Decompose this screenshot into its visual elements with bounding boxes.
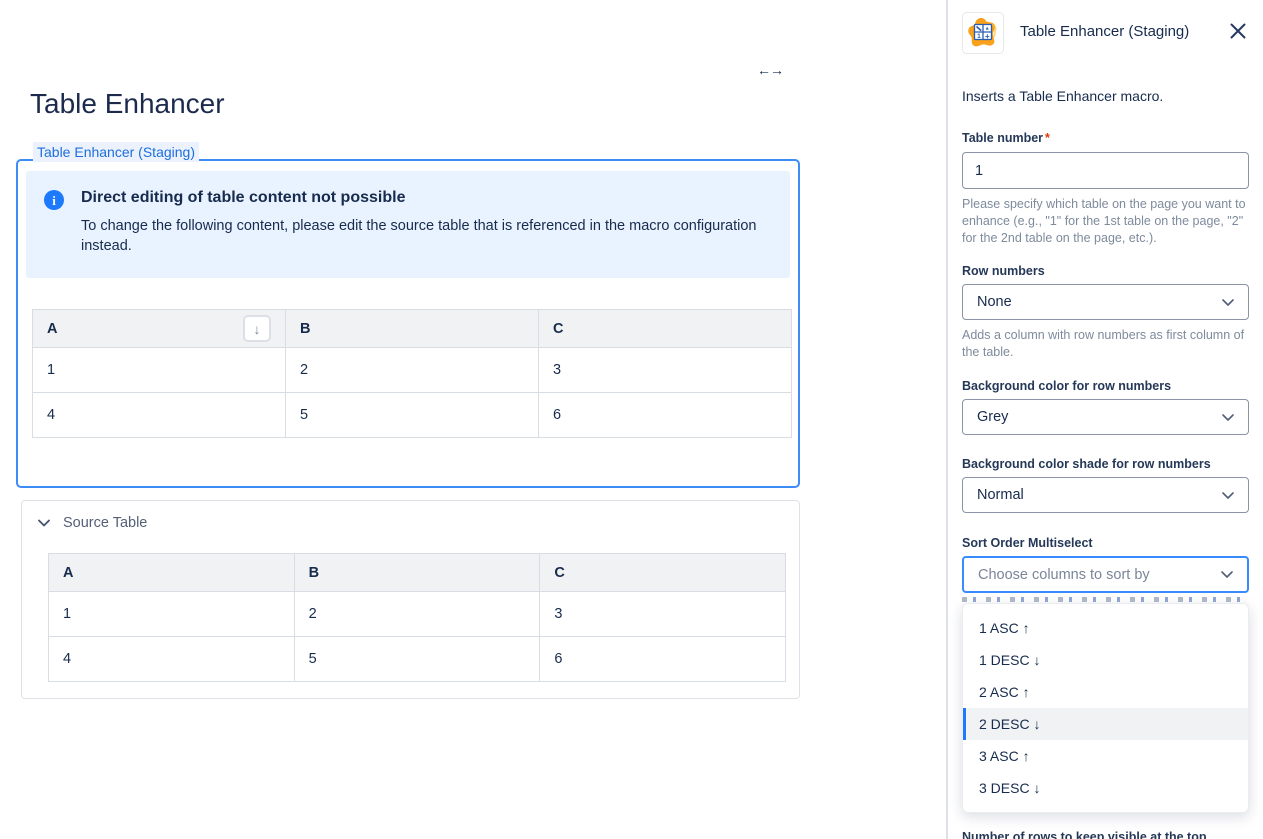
- field-label-bg-color: Background color for row numbers: [962, 379, 1249, 394]
- source-table-header-cell: C: [540, 554, 786, 592]
- source-table-header-cell: A: [49, 554, 295, 592]
- macro-app-icon: 1 +: [962, 12, 1004, 59]
- table-row: 1 2 3: [33, 348, 792, 393]
- source-table-section: Source Table A B C 1 2 3: [21, 500, 800, 699]
- chevron-down-icon: [38, 514, 50, 532]
- info-panel-title: Direct editing of table content not poss…: [81, 189, 771, 207]
- table-cell: 2: [294, 592, 540, 637]
- close-icon[interactable]: [1227, 20, 1249, 45]
- select-value: None: [977, 294, 1012, 310]
- table-cell: 5: [294, 637, 540, 682]
- enhanced-table: A ↓ B C 1 2 3 4: [32, 309, 792, 438]
- sidebar-title: Table Enhancer (Staging): [1020, 23, 1189, 40]
- source-table-header-row: A B C: [49, 554, 786, 592]
- dropdown-option[interactable]: 1 ASC ↑: [963, 612, 1248, 644]
- sort-order-dropdown: 1 ASC ↑ 1 DESC ↓ 2 ASC ↑ 2 DESC ↓ 3 ASC …: [962, 603, 1249, 813]
- source-table-title: Source Table: [63, 515, 147, 531]
- sidebar-header: 1 + Table Enhancer (Staging): [962, 12, 1249, 59]
- table-cell: 2: [285, 348, 538, 393]
- app-root: ←→ Table Enhancer Table Enhancer (Stagin…: [0, 0, 1263, 839]
- dropdown-option[interactable]: 3 DESC ↓: [963, 772, 1248, 804]
- enhanced-table-header-row: A ↓ B C: [33, 310, 792, 348]
- table-cell: 4: [33, 393, 286, 438]
- svg-text:i: i: [52, 193, 56, 208]
- required-asterisk: *: [1045, 131, 1050, 145]
- chevron-down-icon: [1222, 492, 1234, 499]
- field-label-bg-shade: Background color shade for row numbers: [962, 457, 1249, 472]
- dropdown-option[interactable]: 2 ASC ↑: [963, 676, 1248, 708]
- field-label-table-number: Table number*: [962, 131, 1249, 146]
- field-label-rows-visible-top: Number of rows to keep visible at the to…: [962, 830, 1249, 839]
- info-panel-body: To change the following content, please …: [81, 216, 771, 256]
- page-title: Table Enhancer: [30, 86, 946, 122]
- table-cell: 3: [540, 592, 786, 637]
- sort-order-multiselect[interactable]: Choose columns to sort by: [962, 556, 1249, 593]
- column-header-label: A: [47, 321, 57, 337]
- dropdown-option[interactable]: 1 DESC ↓: [963, 644, 1248, 676]
- info-panel: i Direct editing of table content not po…: [26, 171, 790, 278]
- table-row: 4 5 6: [33, 393, 792, 438]
- table-cell: 1: [33, 348, 286, 393]
- info-panel-content: Direct editing of table content not poss…: [81, 188, 771, 256]
- field-label-text: Table number: [962, 131, 1043, 145]
- row-numbers-select[interactable]: None: [962, 284, 1249, 320]
- macro-config-sidebar: 1 + Table Enhancer (Staging) Inserts a T…: [946, 0, 1263, 839]
- source-table-header-cell: B: [294, 554, 540, 592]
- enhanced-table-header-cell: C: [538, 310, 791, 348]
- info-icon: i: [43, 189, 65, 256]
- macro-name-link[interactable]: Table Enhancer (Staging): [33, 142, 199, 162]
- table-row: 1 2 3: [49, 592, 786, 637]
- source-table: A B C 1 2 3 4 5 6: [48, 553, 786, 682]
- svg-text:1: 1: [977, 33, 981, 40]
- chevron-down-icon: [1221, 571, 1233, 578]
- clipped-help-text: [962, 597, 1245, 602]
- table-cell: 3: [538, 348, 791, 393]
- chevron-down-icon: [1222, 414, 1234, 421]
- bg-shade-select[interactable]: Normal: [962, 477, 1249, 513]
- table-cell: 4: [49, 637, 295, 682]
- table-cell: 1: [49, 592, 295, 637]
- table-row: 4 5 6: [49, 637, 786, 682]
- field-help-text: Adds a column with row numbers as first …: [962, 327, 1249, 361]
- dropdown-option[interactable]: 3 ASC ↑: [963, 740, 1248, 772]
- table-cell: 6: [538, 393, 791, 438]
- field-label-sort-order: Sort Order Multiselect: [962, 536, 1249, 551]
- table-number-input[interactable]: [962, 152, 1249, 189]
- enhanced-table-header-cell: B: [285, 310, 538, 348]
- editor-canvas: ←→ Table Enhancer Table Enhancer (Stagin…: [0, 0, 946, 839]
- enhanced-table-header-cell: A ↓: [33, 310, 286, 348]
- macro-body[interactable]: i Direct editing of table content not po…: [16, 159, 800, 488]
- resize-width-icon[interactable]: ←→: [757, 62, 783, 78]
- dropdown-option-highlighted[interactable]: 2 DESC ↓: [963, 708, 1248, 740]
- chevron-down-icon: [1222, 299, 1234, 306]
- table-cell: 5: [285, 393, 538, 438]
- sort-column-button[interactable]: ↓: [243, 315, 271, 342]
- table-cell: 6: [540, 637, 786, 682]
- select-value: Normal: [977, 487, 1024, 503]
- bg-color-select[interactable]: Grey: [962, 399, 1249, 435]
- source-table-toggle[interactable]: Source Table: [38, 514, 783, 532]
- select-value: Grey: [977, 409, 1008, 425]
- svg-text:+: +: [985, 32, 990, 41]
- field-label-row-numbers: Row numbers: [962, 264, 1249, 279]
- select-placeholder: Choose columns to sort by: [978, 567, 1150, 583]
- field-help-text: Please specify which table on the page y…: [962, 196, 1249, 247]
- macro-description: Inserts a Table Enhancer macro.: [962, 87, 1249, 105]
